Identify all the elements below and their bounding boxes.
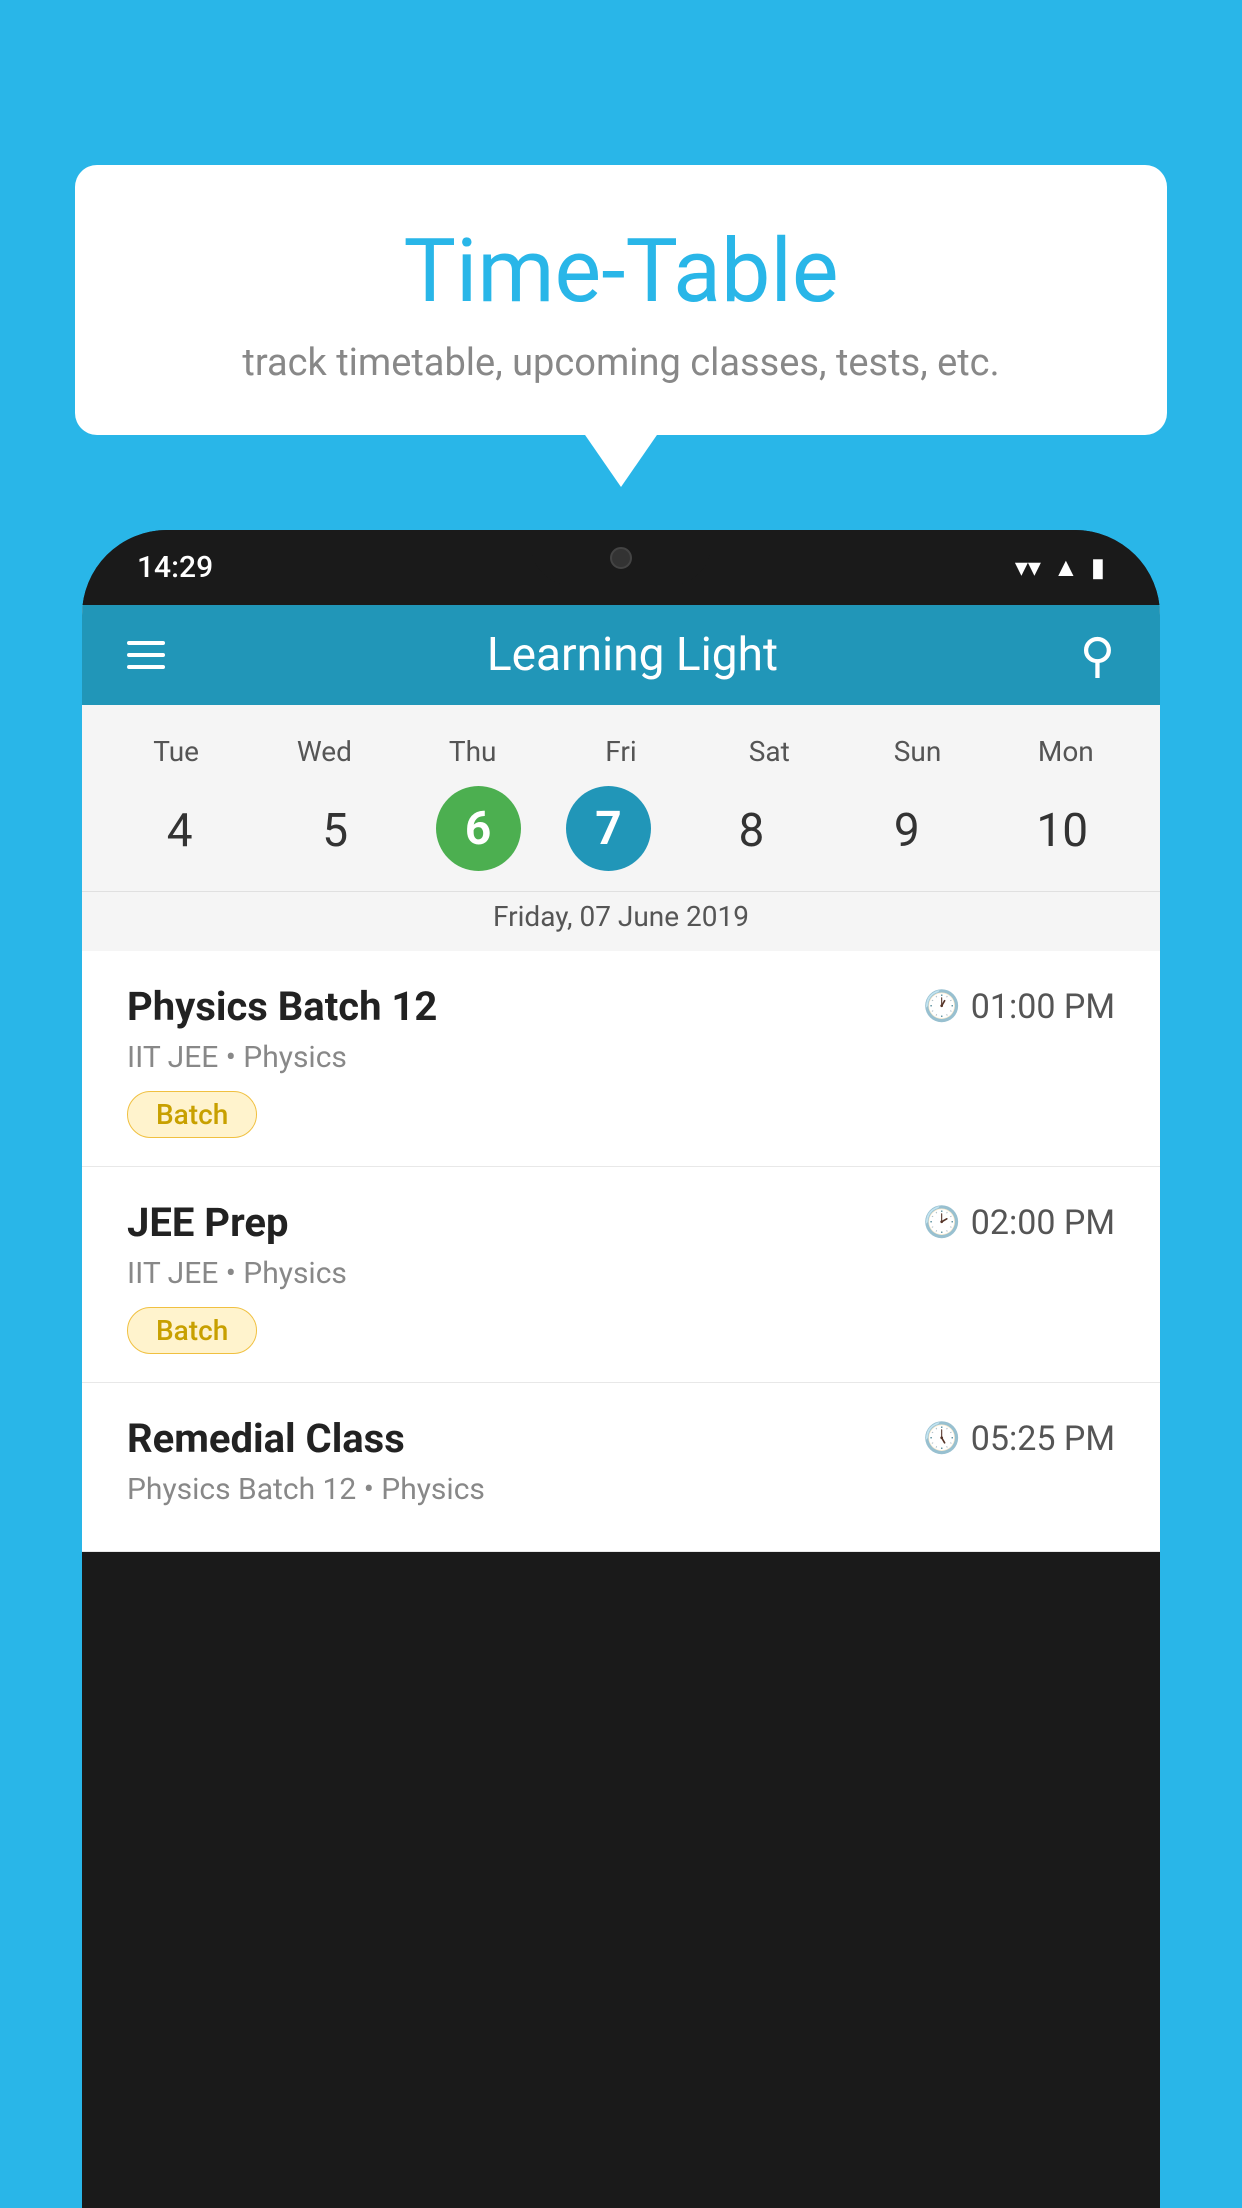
day-header-sat: Sat [714, 735, 824, 768]
schedule-item-title-1: Physics Batch 12 [127, 983, 437, 1030]
day-header-tue: Tue [121, 735, 231, 768]
tooltip-card: Time-Table track timetable, upcoming cla… [75, 165, 1167, 435]
schedule-item-header-2: JEE Prep 🕑 02:00 PM [127, 1199, 1115, 1246]
phone-notch [531, 530, 711, 585]
clock-icon-1: 🕐 [923, 989, 960, 1024]
app-title: Learning Light [185, 628, 1080, 682]
schedule-item-subtitle-2: IIT JEE • Physics [127, 1256, 1115, 1291]
schedule-item-time-text-3: 05:25 PM [971, 1419, 1115, 1459]
schedule-item-title-2: JEE Prep [127, 1199, 288, 1246]
batch-tag-2: Batch [127, 1307, 257, 1354]
schedule-item-time-1: 🕐 01:00 PM [923, 987, 1115, 1027]
phone-frame: 14:29 ▾▾ ▲ ▮ Learning Light ⚲ Tue Wed [82, 530, 1160, 2208]
tooltip-title: Time-Table [135, 220, 1107, 323]
schedule-item-2[interactable]: JEE Prep 🕑 02:00 PM IIT JEE • Physics Ba… [82, 1167, 1160, 1383]
schedule-item-title-3: Remedial Class [127, 1415, 405, 1462]
day-header-mon: Mon [1011, 735, 1121, 768]
clock-icon-2: 🕑 [923, 1205, 960, 1240]
calendar-strip: Tue Wed Thu Fri Sat Sun Mon 4 5 6 7 8 9 … [82, 705, 1160, 951]
tooltip-subtitle: track timetable, upcoming classes, tests… [135, 341, 1107, 385]
wifi-icon: ▾▾ [1015, 553, 1041, 583]
schedule-item-1[interactable]: Physics Batch 12 🕐 01:00 PM IIT JEE • Ph… [82, 951, 1160, 1167]
schedule-item-time-text-2: 02:00 PM [971, 1203, 1115, 1243]
day-6-today[interactable]: 6 [436, 786, 521, 871]
hamburger-menu-icon[interactable] [127, 641, 165, 669]
day-headers: Tue Wed Thu Fri Sat Sun Mon [82, 725, 1160, 778]
day-numbers: 4 5 6 7 8 9 10 [82, 778, 1160, 891]
schedule-item-header-1: Physics Batch 12 🕐 01:00 PM [127, 983, 1115, 1030]
day-header-thu: Thu [418, 735, 528, 768]
clock-icon-3: 🕔 [923, 1421, 960, 1456]
schedule-item-3[interactable]: Remedial Class 🕔 05:25 PM Physics Batch … [82, 1383, 1160, 1552]
schedule-item-subtitle-3: Physics Batch 12 • Physics [127, 1472, 1115, 1507]
batch-tag-1: Batch [127, 1091, 257, 1138]
day-5[interactable]: 5 [280, 786, 390, 876]
day-8[interactable]: 8 [696, 786, 806, 876]
status-icons: ▾▾ ▲ ▮ [1015, 552, 1105, 583]
schedule-item-time-3: 🕔 05:25 PM [923, 1419, 1115, 1459]
phone-screen: Learning Light ⚲ Tue Wed Thu Fri Sat Sun… [82, 605, 1160, 1552]
battery-icon: ▮ [1091, 553, 1105, 583]
schedule-container: Physics Batch 12 🕐 01:00 PM IIT JEE • Ph… [82, 951, 1160, 1552]
day-7-selected[interactable]: 7 [566, 786, 651, 871]
schedule-item-subtitle-1: IIT JEE • Physics [127, 1040, 1115, 1075]
day-header-fri: Fri [566, 735, 676, 768]
day-4[interactable]: 4 [125, 786, 235, 876]
status-bar: 14:29 ▾▾ ▲ ▮ [82, 530, 1160, 605]
date-label: Friday, 07 June 2019 [82, 891, 1160, 951]
phone-time: 14:29 [137, 550, 213, 585]
search-icon[interactable]: ⚲ [1080, 627, 1115, 684]
day-header-wed: Wed [269, 735, 379, 768]
schedule-item-time-2: 🕑 02:00 PM [923, 1203, 1115, 1243]
schedule-item-time-text-1: 01:00 PM [971, 987, 1115, 1027]
camera-dot [610, 547, 632, 569]
app-header: Learning Light ⚲ [82, 605, 1160, 705]
day-10[interactable]: 10 [1007, 786, 1117, 876]
schedule-item-header-3: Remedial Class 🕔 05:25 PM [127, 1415, 1115, 1462]
day-header-sun: Sun [863, 735, 973, 768]
signal-icon: ▲ [1053, 552, 1079, 583]
day-9[interactable]: 9 [852, 786, 962, 876]
